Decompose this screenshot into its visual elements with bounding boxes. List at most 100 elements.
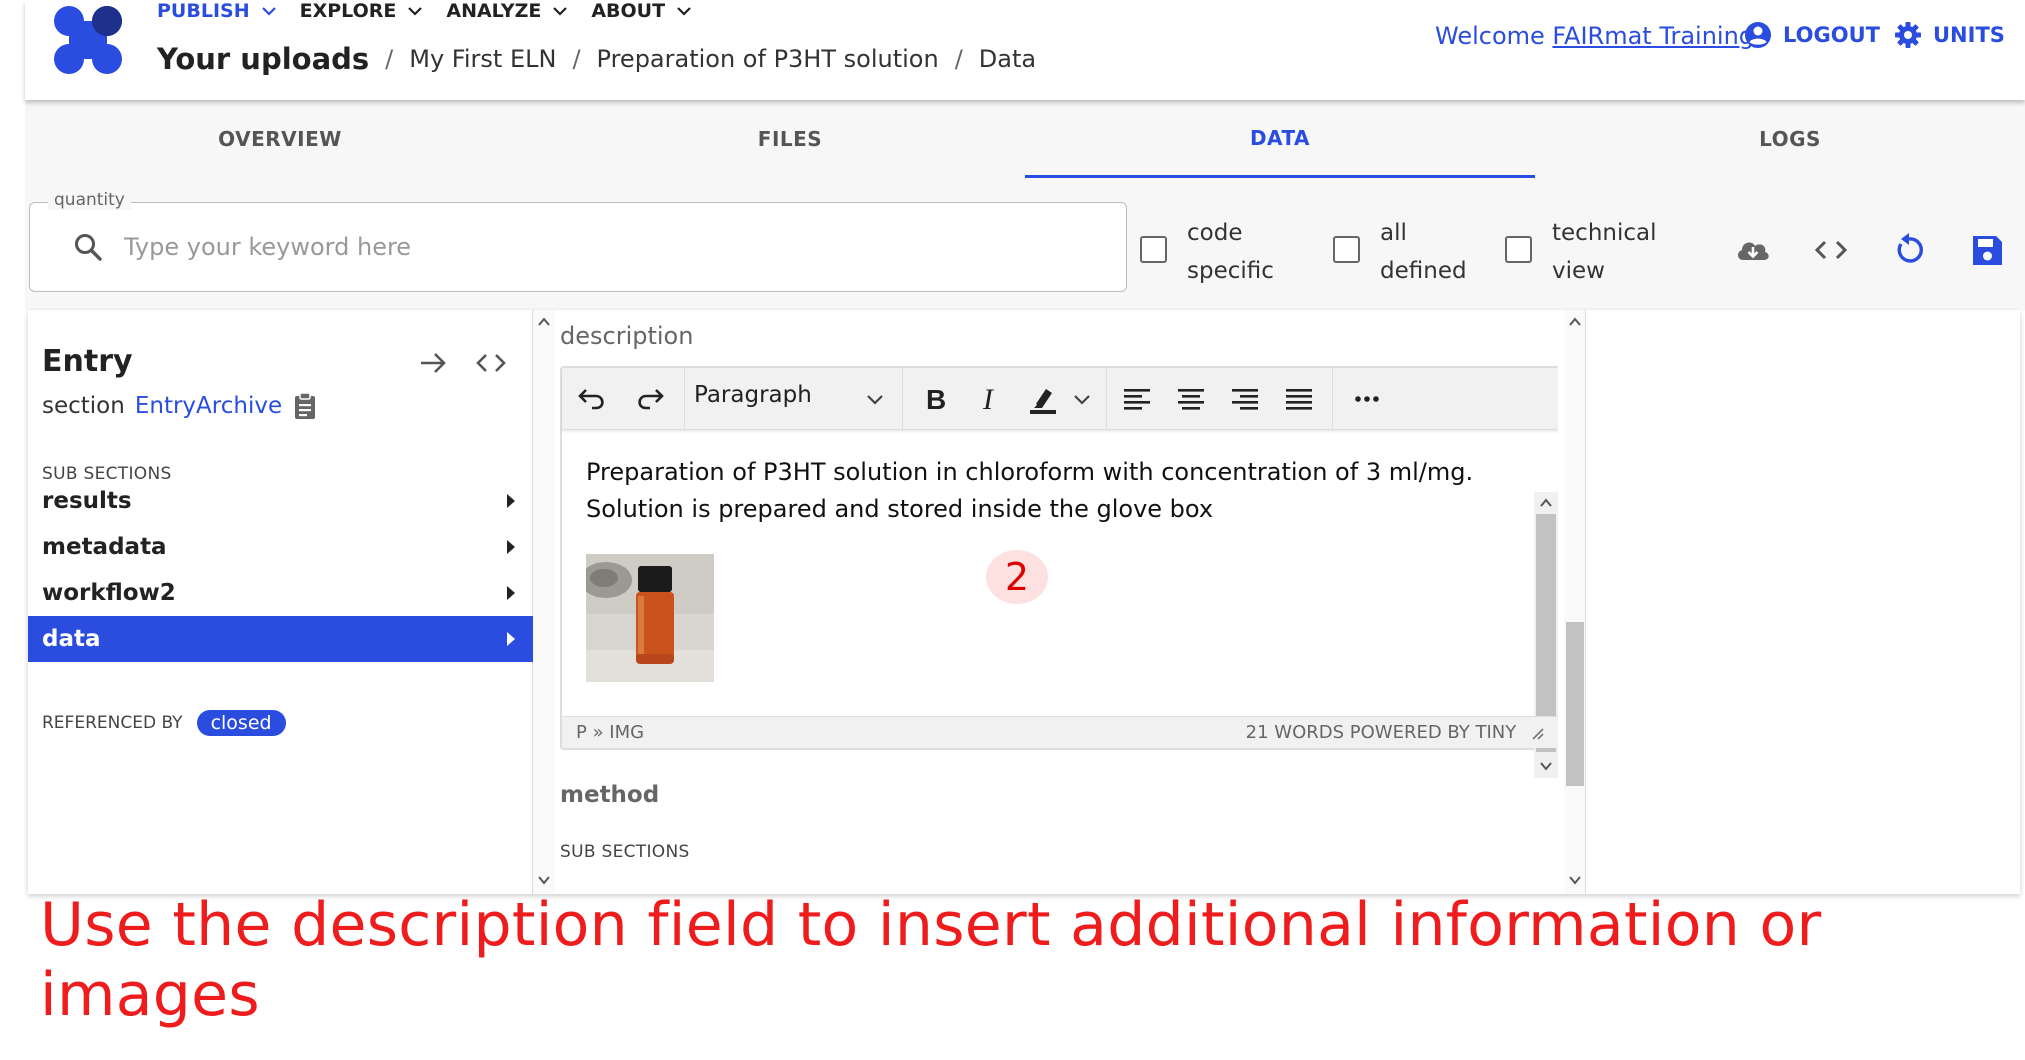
clipboard-icon[interactable] bbox=[292, 392, 318, 420]
undo-icon[interactable] bbox=[574, 380, 612, 418]
scroll-up-icon[interactable] bbox=[1538, 495, 1554, 511]
element-path[interactable]: P » IMG bbox=[576, 722, 644, 743]
bold-icon[interactable]: B bbox=[916, 380, 954, 418]
toolbar-divider bbox=[684, 368, 685, 430]
resize-handle-icon[interactable] bbox=[1530, 726, 1544, 740]
chevron-down-icon bbox=[408, 7, 423, 16]
caret-right-icon bbox=[507, 632, 515, 646]
checkbox-label-line: code bbox=[1187, 220, 1243, 246]
sub-sections-heading: SUB SECTIONS bbox=[560, 842, 690, 862]
editor-text[interactable]: Preparation of P3HT solution in chlorofo… bbox=[586, 454, 1486, 528]
referenced-by: REFERENCED BY closed bbox=[42, 710, 286, 736]
checkbox-label-line: all bbox=[1380, 220, 1407, 246]
editor-line: Preparation of P3HT solution in chlorofo… bbox=[586, 458, 1474, 486]
chevron-down-icon bbox=[553, 7, 568, 16]
checkbox-box[interactable] bbox=[1140, 236, 1167, 263]
sub-section-label: data bbox=[42, 626, 101, 652]
checkbox-label: technical view bbox=[1552, 214, 1657, 290]
svg-text:I: I bbox=[982, 383, 995, 416]
redo-icon[interactable] bbox=[630, 380, 668, 418]
arrow-right-icon[interactable] bbox=[416, 346, 450, 380]
search-icon bbox=[75, 234, 102, 261]
section-link[interactable]: EntryArchive bbox=[135, 393, 282, 419]
vial-image[interactable] bbox=[586, 554, 714, 682]
search-input[interactable] bbox=[124, 225, 1104, 269]
checkbox-label-line: defined bbox=[1380, 258, 1467, 284]
logout-label: LOGOUT bbox=[1783, 23, 1880, 47]
units-button[interactable]: UNITS bbox=[1893, 20, 2005, 50]
logout-button[interactable]: LOGOUT bbox=[1743, 20, 1880, 50]
pane-scrollbar[interactable] bbox=[1564, 310, 1586, 894]
sub-section-results[interactable]: results bbox=[28, 478, 533, 524]
nomad-logo[interactable] bbox=[52, 4, 126, 76]
checkbox-all-defined[interactable]: all defined bbox=[1333, 214, 1467, 290]
editor-content-area[interactable]: Preparation of P3HT solution in chlorofo… bbox=[562, 430, 1558, 778]
checkbox-label: code specific bbox=[1187, 214, 1274, 290]
checkbox-label: all defined bbox=[1380, 214, 1467, 290]
breadcrumb: Your uploads / My First ELN / Preparatio… bbox=[157, 42, 1036, 76]
highlight-icon[interactable] bbox=[1024, 380, 1062, 418]
align-left-icon[interactable] bbox=[1118, 380, 1156, 418]
toolbar-divider bbox=[902, 368, 903, 430]
menu-about[interactable]: ABOUT bbox=[591, 0, 693, 22]
breadcrumb-your-uploads[interactable]: Your uploads bbox=[157, 42, 369, 76]
block-format-select[interactable]: Paragraph bbox=[694, 382, 812, 408]
referenced-by-chip[interactable]: closed bbox=[196, 710, 286, 736]
breadcrumb-separator: / bbox=[572, 45, 581, 73]
sub-section-label: results bbox=[42, 488, 132, 514]
menu-explore[interactable]: EXPLORE bbox=[300, 0, 425, 22]
checkbox-code-specific[interactable]: code specific bbox=[1140, 214, 1274, 290]
menu-label: EXPLORE bbox=[299, 0, 397, 22]
breadcrumb-separator: / bbox=[385, 45, 394, 73]
tab-data[interactable]: DATA bbox=[1025, 100, 1535, 178]
align-right-icon[interactable] bbox=[1226, 380, 1264, 418]
sub-section-data[interactable]: data bbox=[28, 616, 533, 662]
checkbox-box[interactable] bbox=[1505, 236, 1532, 263]
step-marker: 2 bbox=[986, 550, 1048, 604]
chevron-down-icon[interactable] bbox=[862, 382, 888, 416]
entry-title: Entry bbox=[42, 344, 133, 379]
code-icon[interactable] bbox=[1811, 230, 1851, 270]
breadcrumb-upload[interactable]: My First ELN bbox=[409, 45, 556, 73]
save-icon[interactable] bbox=[1967, 230, 2007, 270]
scroll-up-icon[interactable] bbox=[1567, 314, 1583, 330]
more-options-icon[interactable] bbox=[1348, 380, 1386, 418]
tab-logs[interactable]: LOGS bbox=[1535, 100, 2025, 178]
code-icon[interactable] bbox=[474, 346, 508, 380]
align-justify-icon[interactable] bbox=[1280, 380, 1318, 418]
pane-scrollbar[interactable] bbox=[533, 310, 555, 894]
menu-label: PUBLISH bbox=[157, 0, 250, 22]
section-line: section EntryArchive bbox=[42, 392, 318, 420]
editor-line: Solution is prepared and stored inside t… bbox=[586, 495, 1214, 523]
scroll-down-icon[interactable] bbox=[1538, 758, 1554, 774]
italic-icon[interactable]: I bbox=[970, 380, 1008, 418]
checkbox-label-line: technical bbox=[1552, 220, 1657, 246]
sub-section-metadata[interactable]: metadata bbox=[28, 524, 533, 570]
scroll-down-icon[interactable] bbox=[536, 872, 552, 888]
cloud-download-icon[interactable] bbox=[1733, 230, 1773, 270]
editor-toolbar: Paragraph B I bbox=[562, 368, 1558, 430]
word-count-text: 21 WORDS POWERED BY TINY bbox=[1245, 722, 1517, 743]
menu-publish[interactable]: PUBLISH bbox=[157, 0, 278, 22]
entry-tabs: OVERVIEW FILES DATA LOGS bbox=[25, 100, 2025, 178]
chevron-down-icon[interactable] bbox=[1070, 380, 1094, 418]
sub-section-workflow2[interactable]: workflow2 bbox=[28, 570, 533, 616]
reload-icon[interactable] bbox=[1889, 230, 1929, 270]
tab-files[interactable]: FILES bbox=[535, 100, 1045, 178]
menu-analyze[interactable]: ANALYZE bbox=[446, 0, 569, 22]
scroll-down-icon[interactable] bbox=[1567, 872, 1583, 888]
pane-scroll-thumb[interactable] bbox=[1566, 622, 1584, 786]
checkbox-technical-view[interactable]: technical view bbox=[1505, 214, 1657, 290]
chevron-down-icon bbox=[677, 7, 691, 16]
tab-overview[interactable]: OVERVIEW bbox=[25, 100, 535, 178]
word-count: 21 WORDS POWERED BY TINY bbox=[1246, 722, 1544, 743]
breadcrumb-entry[interactable]: Preparation of P3HT solution bbox=[597, 45, 939, 73]
menu-label: ANALYZE bbox=[446, 0, 542, 22]
caret-right-icon bbox=[507, 540, 515, 554]
checkbox-box[interactable] bbox=[1333, 236, 1360, 263]
align-center-icon[interactable] bbox=[1172, 380, 1210, 418]
caret-right-icon bbox=[507, 494, 515, 508]
user-name-link[interactable]: FAIRmat Training bbox=[1552, 22, 1754, 50]
scroll-up-icon[interactable] bbox=[536, 314, 552, 330]
quantity-search-field: quantity bbox=[29, 190, 1127, 292]
